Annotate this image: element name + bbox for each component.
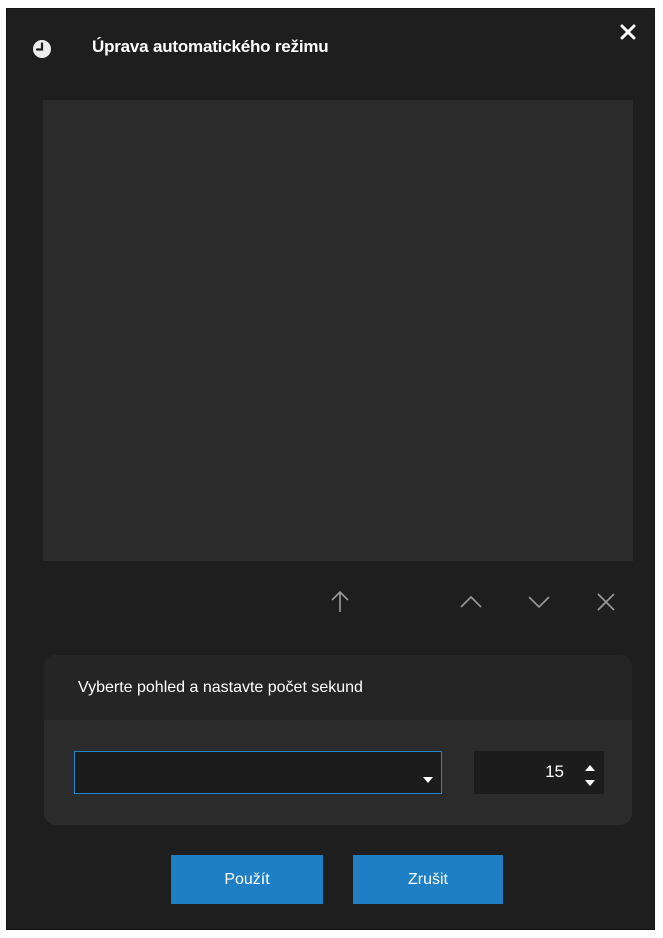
view-list[interactable] (43, 100, 633, 561)
seconds-value: 15 (545, 762, 564, 781)
dialog-title: Úprava automatického režimu (92, 37, 329, 56)
cancel-button[interactable]: Zrušit (353, 855, 503, 904)
chevron-up-icon[interactable] (458, 589, 484, 615)
spin-up-icon[interactable] (584, 760, 596, 771)
clock-icon (32, 39, 52, 59)
view-select[interactable] (74, 751, 442, 794)
edit-auto-mode-dialog: Úprava automatického režimu Vyberte pohl… (6, 8, 655, 930)
view-settings-panel: Vyberte pohled a nastavte počet sekund 1… (44, 655, 632, 825)
title-bar: Úprava automatického režimu (7, 9, 654, 87)
arrow-up-icon[interactable] (327, 589, 353, 615)
dropdown-arrow-icon (423, 770, 433, 783)
apply-button[interactable]: Použít (171, 855, 323, 904)
remove-icon[interactable] (593, 589, 619, 615)
chevron-down-icon[interactable] (526, 589, 552, 615)
close-icon[interactable] (619, 23, 637, 41)
seconds-spinner[interactable]: 15 (474, 751, 604, 794)
list-toolbar (7, 589, 654, 629)
spin-down-icon[interactable] (584, 775, 596, 786)
panel-instruction: Vyberte pohled a nastavte počet sekund (44, 655, 632, 720)
